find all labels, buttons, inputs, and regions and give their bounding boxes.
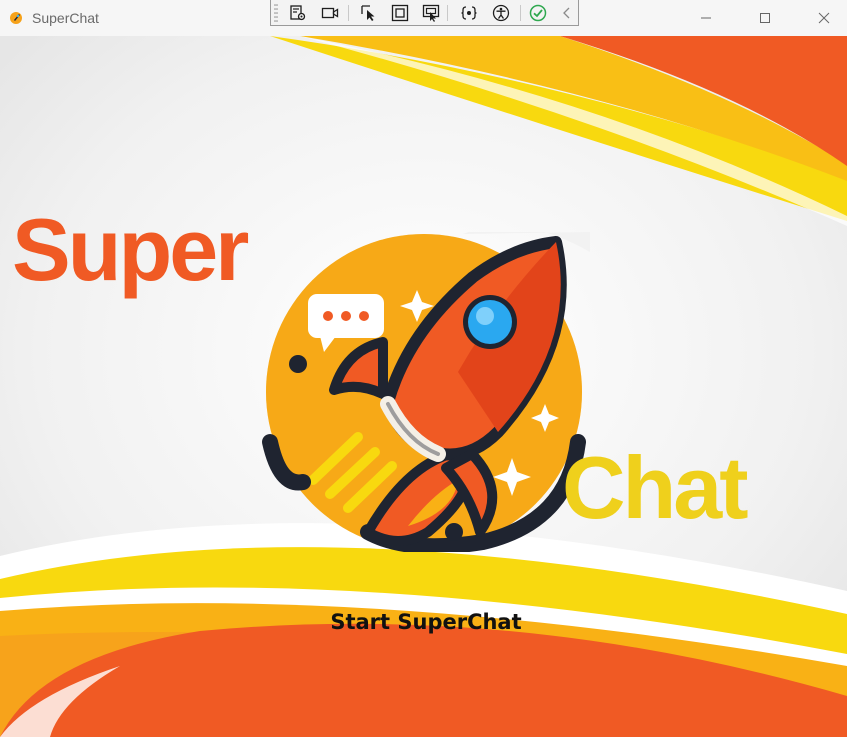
window-title: SuperChat bbox=[32, 10, 99, 26]
checked-button[interactable] bbox=[527, 3, 549, 23]
display-layout-adorners-icon bbox=[391, 4, 409, 22]
select-element-icon bbox=[361, 5, 375, 21]
maximize-icon bbox=[760, 13, 770, 23]
maximize-button[interactable] bbox=[742, 0, 788, 36]
xaml-debug-toolbar bbox=[270, 0, 579, 26]
collapse-toolbar-button[interactable] bbox=[556, 3, 578, 23]
app-logo-icon bbox=[9, 11, 23, 25]
binding-failures-icon bbox=[461, 6, 477, 20]
collapse-chevron-icon bbox=[563, 7, 570, 19]
app-window: Super Chat Super Chat Start SuperChat bbox=[0, 0, 847, 737]
live-visual-tree-button[interactable] bbox=[287, 3, 309, 23]
super-wordmark: Super bbox=[12, 200, 249, 299]
checked-icon bbox=[529, 4, 547, 22]
minimize-icon bbox=[701, 17, 711, 19]
record-button[interactable] bbox=[319, 3, 341, 23]
accessibility-icon bbox=[492, 4, 510, 22]
select-element-button[interactable] bbox=[358, 3, 380, 23]
accessibility-button[interactable] bbox=[490, 3, 512, 23]
live-visual-tree-icon bbox=[290, 5, 306, 21]
splash-screen: Super Chat Start SuperChat bbox=[0, 36, 847, 737]
chat-wordmark: Chat bbox=[562, 438, 749, 537]
track-focused-element-button[interactable] bbox=[420, 3, 442, 23]
binding-failures-button[interactable] bbox=[458, 3, 480, 23]
minimize-button[interactable] bbox=[683, 0, 729, 36]
close-button[interactable] bbox=[801, 0, 847, 36]
track-focused-element-icon bbox=[422, 4, 440, 22]
start-superchat-button[interactable]: Start SuperChat bbox=[318, 604, 534, 640]
display-layout-adorners-button[interactable] bbox=[389, 3, 411, 23]
rocket-logo bbox=[262, 232, 590, 552]
record-icon bbox=[321, 7, 339, 19]
close-icon bbox=[818, 12, 830, 24]
toolbar-grip-icon[interactable] bbox=[274, 3, 278, 22]
